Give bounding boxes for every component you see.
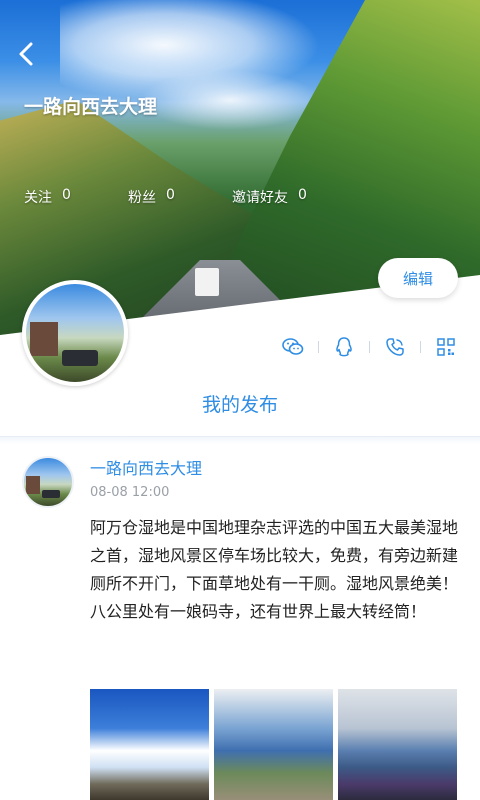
post-photo-grid — [90, 689, 457, 800]
avatar-house — [26, 476, 40, 494]
stat-value: 0 — [166, 187, 175, 203]
section-title-my-posts[interactable]: 我的发布 — [0, 390, 480, 417]
post-photo[interactable] — [90, 689, 209, 800]
post-author-name[interactable]: 一路向西去大理 — [90, 455, 202, 479]
stat-invite-friends[interactable]: 邀请好友 0 — [232, 187, 307, 207]
qq-icon[interactable] — [333, 336, 355, 358]
post-photo[interactable] — [214, 689, 333, 800]
post-photo[interactable] — [338, 689, 457, 800]
stat-label: 关注 — [24, 190, 52, 206]
stat-label: 邀请好友 — [232, 190, 288, 206]
share-separator — [369, 341, 370, 353]
share-icons — [282, 336, 457, 358]
post-body-text: 阿万仓湿地是中国地理杂志评选的中国五大最美湿地之首，湿地风景区停车场比较大，免费… — [90, 518, 459, 621]
avatar-house — [30, 322, 58, 356]
cover-truck — [195, 268, 219, 296]
back-button[interactable] — [16, 40, 44, 72]
section-divider — [0, 436, 480, 444]
share-separator — [420, 341, 421, 353]
post-author-avatar[interactable] — [22, 456, 74, 508]
avatar-car — [62, 350, 98, 366]
wechat-icon[interactable] — [282, 336, 304, 358]
avatar-car — [42, 490, 60, 498]
phone-icon[interactable] — [384, 336, 406, 358]
qrcode-icon[interactable] — [435, 336, 457, 358]
stat-followers[interactable]: 粉丝 0 — [128, 187, 232, 207]
stat-label: 粉丝 — [128, 190, 156, 206]
chevron-left-icon — [19, 42, 33, 66]
stat-value: 0 — [62, 187, 71, 203]
share-separator — [318, 341, 319, 353]
profile-stats: 关注 0 粉丝 0 邀请好友 0 — [24, 187, 307, 207]
profile-username: 一路向西去大理 — [24, 96, 158, 118]
cover-cloud — [140, 70, 320, 130]
avatar[interactable] — [22, 280, 128, 386]
post-timestamp: 08-08 12:00 — [90, 485, 170, 500]
stat-following[interactable]: 关注 0 — [24, 187, 128, 207]
stat-value: 0 — [298, 187, 307, 203]
edit-profile-button[interactable]: 编辑 — [378, 258, 458, 298]
